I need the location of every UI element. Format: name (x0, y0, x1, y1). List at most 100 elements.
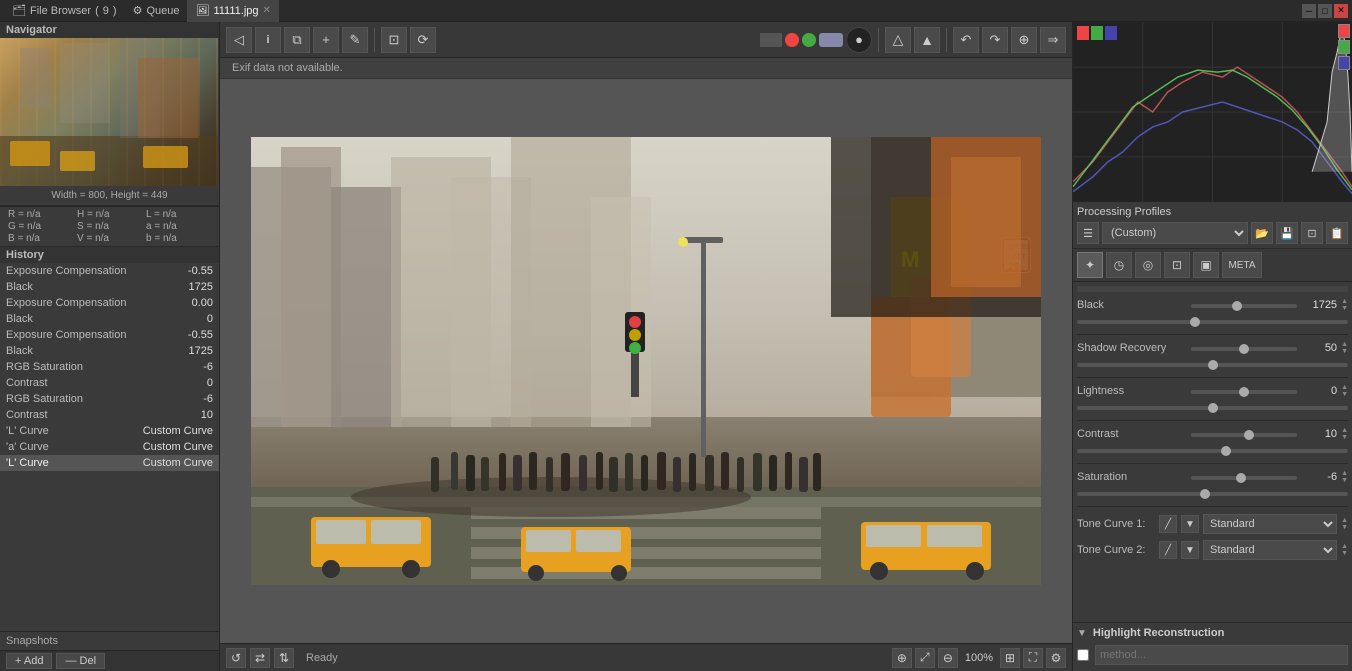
pp-save-button[interactable]: 💾 (1276, 222, 1298, 244)
list-item[interactable]: Contrast 10 (0, 407, 219, 423)
tab-queue[interactable]: ⚙ Queue (125, 0, 188, 22)
warning-triangle-button[interactable]: △ (885, 27, 911, 53)
hist-blue-button[interactable] (1338, 56, 1350, 70)
add-button[interactable]: + (313, 27, 339, 53)
redo-button[interactable]: ↷ (982, 27, 1008, 53)
shadow-recovery-value: 50 (1301, 342, 1337, 354)
zoom-100-button[interactable]: ⊞ (1000, 648, 1020, 668)
contrast-arrows[interactable]: ▲▼ (1341, 427, 1348, 441)
exposure-tool-button[interactable]: ✦ (1077, 252, 1103, 278)
tc2-arrows[interactable]: ▲▼ (1341, 543, 1348, 557)
list-item[interactable]: RGB Saturation -6 (0, 391, 219, 407)
list-item[interactable]: 'a' Curve Custom Curve (0, 439, 219, 455)
raw-tool-button[interactable]: ▣ (1193, 252, 1219, 278)
list-item[interactable]: Black 1725 (0, 279, 219, 295)
close-tab-icon[interactable]: ✕ (263, 5, 271, 16)
pin-button[interactable]: ⊕ (1011, 27, 1037, 53)
pp-list-button[interactable]: ☰ (1077, 222, 1099, 244)
black-slider[interactable] (1191, 304, 1297, 308)
rotate-left-button[interactable]: ↺ (226, 648, 246, 668)
compare-button[interactable]: ⧉ (284, 27, 310, 53)
list-item[interactable]: Exposure Compensation -0.55 (0, 263, 219, 279)
settings-button[interactable]: ⚙ (1046, 648, 1066, 668)
list-item[interactable]: 'L' Curve Custom Curve (0, 423, 219, 439)
exif-bar: Exif data not available. (220, 58, 1072, 79)
zoom-out-button[interactable]: ⊖ (938, 648, 958, 668)
hist-red-button[interactable] (1338, 24, 1350, 38)
hl-enable-checkbox[interactable] (1077, 649, 1089, 661)
hist-green-button[interactable] (1338, 40, 1350, 54)
pp-paste-button[interactable]: 📋 (1326, 222, 1348, 244)
image-view[interactable]: M SPEED LIMIT 25 (220, 79, 1072, 643)
tc2-select[interactable]: Standard (1203, 540, 1337, 560)
info-button[interactable]: i (255, 27, 281, 53)
lightness-arrows[interactable]: ▲▼ (1341, 384, 1348, 398)
red-indicator[interactable] (785, 33, 799, 47)
back-button[interactable]: ◁ (226, 27, 252, 53)
sync-button[interactable]: ⇒ (1040, 27, 1066, 53)
list-item[interactable]: Contrast 0 (0, 375, 219, 391)
tc1-select[interactable]: Standard (1203, 514, 1337, 534)
zoom-fit-button[interactable]: ⤢ (915, 648, 935, 668)
saturation-full-slider[interactable] (1077, 492, 1348, 496)
triangle2-button[interactable]: ▲ (914, 27, 940, 53)
list-item[interactable]: Exposure Compensation 0.00 (0, 295, 219, 311)
detail-tool-button[interactable]: ◎ (1135, 252, 1161, 278)
composition-tool-button[interactable]: ⊡ (1164, 252, 1190, 278)
black-arrows[interactable]: ▲▼ (1341, 298, 1348, 312)
green-indicator[interactable] (802, 33, 816, 47)
lightness-full-slider[interactable] (1077, 406, 1348, 410)
meta-button[interactable]: META (1222, 252, 1262, 278)
list-item[interactable]: Black 1725 (0, 343, 219, 359)
flip-h-button[interactable]: ⇄ (250, 648, 270, 668)
shadow-arrows[interactable]: ▲▼ (1341, 341, 1348, 355)
flip-v-button[interactable]: ⇅ (274, 648, 294, 668)
tab-image[interactable]: 🖼 11111.jpg ✕ (187, 0, 278, 22)
undo-button[interactable]: ↶ (953, 27, 979, 53)
list-item[interactable]: Exposure Compensation -0.55 (0, 327, 219, 343)
contrast-slider[interactable] (1191, 433, 1297, 437)
hl-expand-icon[interactable]: ▼ (1077, 628, 1087, 639)
contrast-full-slider[interactable] (1077, 449, 1348, 453)
add-snapshot-button[interactable]: + Add (6, 653, 52, 669)
fullscreen-button[interactable]: ⛶ (1023, 648, 1043, 668)
tc1-arrow-icon[interactable]: ▼ (1181, 515, 1199, 533)
crop-button[interactable]: ⊡ (381, 27, 407, 53)
pp-copy-button[interactable]: ⊡ (1301, 222, 1323, 244)
tc1-edit-icon[interactable]: ╱ (1159, 515, 1177, 533)
black-full-slider[interactable] (1077, 320, 1348, 324)
lightness-slider[interactable] (1191, 390, 1297, 394)
edit-button[interactable]: ✎ (342, 27, 368, 53)
indicator-button[interactable] (760, 33, 782, 47)
folder-icon: 🗂 (12, 4, 26, 17)
center-area: ◁ i ⧉ + ✎ ⊡ ⟳ ● △ ▲ ↶ ↷ ⊕ ⇒ Exif data no… (220, 22, 1072, 671)
color-tool-button[interactable]: ◷ (1106, 252, 1132, 278)
del-snapshot-button[interactable]: — Del (56, 653, 105, 669)
transform-button[interactable]: ⟳ (410, 27, 436, 53)
hl-enable-row (1077, 643, 1348, 667)
zoom-in-button[interactable]: ⊕ (892, 648, 912, 668)
gray-indicator[interactable] (819, 33, 843, 47)
shadow-recovery-slider[interactable] (1191, 347, 1297, 351)
pp-select[interactable]: (Custom) (1102, 222, 1248, 244)
tc2-edit-icon[interactable]: ╱ (1159, 541, 1177, 559)
black-circle-button[interactable]: ● (846, 27, 872, 53)
saturation-arrows[interactable]: ▲▼ (1341, 470, 1348, 484)
pp-load-button[interactable]: 📂 (1251, 222, 1273, 244)
list-item[interactable]: RGB Saturation -6 (0, 359, 219, 375)
adjustments-panel[interactable]: Black 1725 ▲▼ Shadow Recovery 50 ▲▼ (1073, 282, 1352, 622)
history-list[interactable]: Exposure Compensation -0.55 Black 1725 E… (0, 263, 219, 631)
win-close-button[interactable]: ✕ (1334, 4, 1348, 18)
tc2-arrow-icon[interactable]: ▼ (1181, 541, 1199, 559)
win-maximize-button[interactable]: □ (1318, 4, 1332, 18)
shadow-full-slider[interactable] (1077, 363, 1348, 367)
list-item[interactable]: 'L' Curve Custom Curve (0, 455, 219, 471)
saturation-slider[interactable] (1191, 476, 1297, 480)
navigator-thumbnail[interactable] (0, 38, 218, 186)
list-item[interactable]: Black 0 (0, 311, 219, 327)
tab-bar: 🗂 File Browser ( 9 ) ⚙ Queue 🖼 11111.jpg… (0, 0, 1352, 22)
win-minimize-button[interactable]: ─ (1302, 4, 1316, 18)
hl-method-input[interactable] (1095, 645, 1348, 665)
tc1-arrows[interactable]: ▲▼ (1341, 517, 1348, 531)
tab-file-browser[interactable]: 🗂 File Browser ( 9 ) (4, 0, 125, 22)
